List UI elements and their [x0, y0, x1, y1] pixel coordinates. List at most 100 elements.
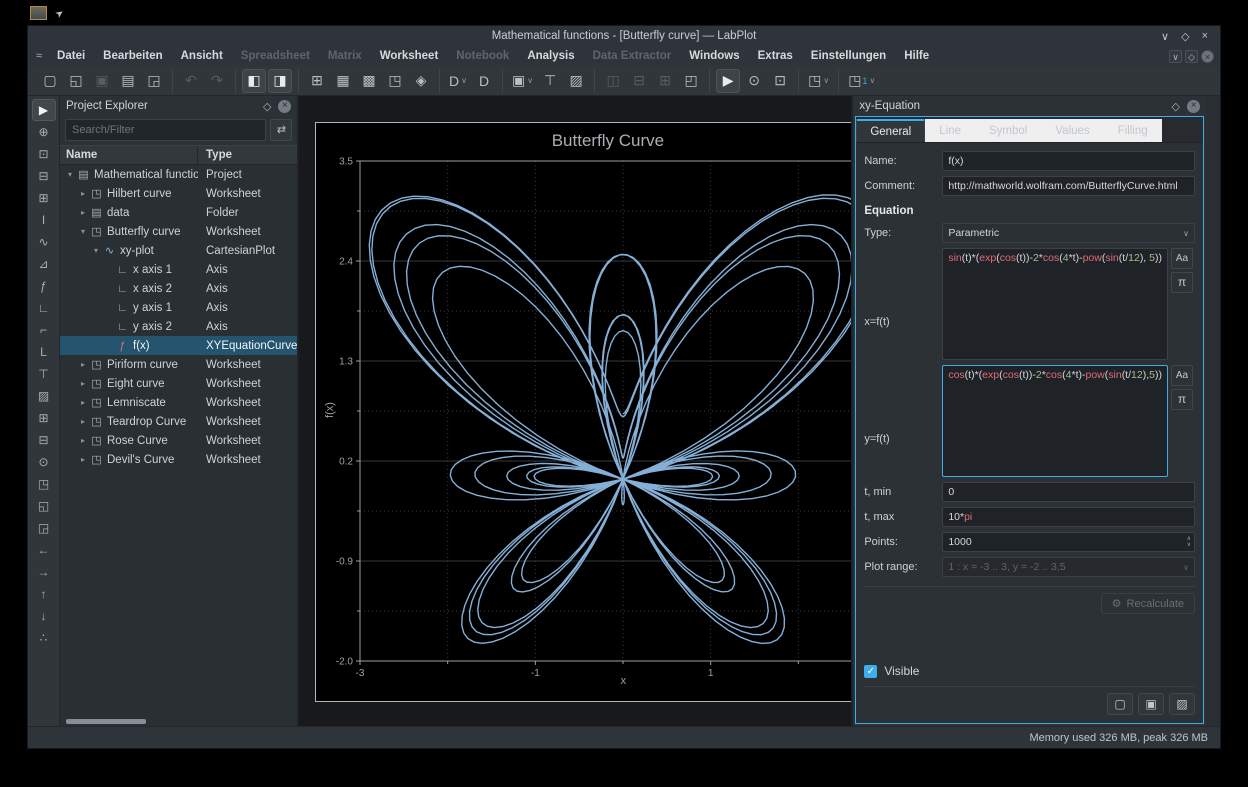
add-axes-button[interactable]: ⌐ [32, 319, 56, 341]
plot-title[interactable]: Butterfly Curve [316, 131, 851, 151]
export-worksheet-button[interactable]: ▣ ∨ [509, 69, 536, 93]
text-format-button[interactable]: Aa [1171, 365, 1193, 386]
tree-row-data[interactable]: ▸ ▤ data Folder [60, 203, 297, 222]
tree-row-devil-s-curve[interactable]: ▸ ◳ Devil's Curve Worksheet [60, 450, 297, 469]
tree-row-hilbert-curve[interactable]: ▸ ◳ Hilbert curve Worksheet [60, 184, 297, 203]
mdi-restore-icon[interactable]: ◇ [1185, 49, 1198, 63]
zoom-fit-y-button[interactable]: ◲ [32, 517, 56, 539]
tab-symbol[interactable]: Symbol [975, 119, 1042, 142]
desktop-thumbnail-icon[interactable] [30, 6, 47, 20]
shift-down-y-button[interactable]: ↓ [32, 605, 56, 627]
tree-row-piriform-curve[interactable]: ▸ ◳ Piriform curve Worksheet [60, 355, 297, 374]
horizontal-scrollbar[interactable] [66, 719, 146, 724]
zoom-menu-button[interactable]: ◳ ∨ [805, 69, 832, 93]
shift-up-y-button[interactable]: ↑ [32, 583, 56, 605]
menu-extras[interactable]: Extras [749, 50, 802, 62]
tab-filling[interactable]: Filling [1103, 119, 1162, 142]
menu-ansicht[interactable]: Ansicht [172, 50, 232, 62]
tree-row-eight-curve[interactable]: ▸ ◳ Eight curve Worksheet [60, 374, 297, 393]
zoom-select-button[interactable]: ⊡ [32, 143, 56, 165]
points-stepper[interactable]: ∧ ∨ [1187, 533, 1191, 551]
expander-icon[interactable]: ▸ [77, 189, 89, 198]
titlebar[interactable]: Mathematical functions - [Butterfly curv… [28, 26, 1220, 46]
close-dock-icon[interactable]: × [1187, 99, 1200, 113]
menu-worksheet[interactable]: Worksheet [371, 50, 448, 62]
x-equation-input[interactable]: sin(t)*(exp(cos(t))-2*cos(4*t)-pow(sin(t… [942, 248, 1168, 360]
butterfly-curve[interactable] [369, 194, 852, 645]
expander-icon[interactable]: ▸ [77, 379, 89, 388]
close-icon[interactable]: × [1202, 30, 1208, 42]
tab-line[interactable]: Line [925, 119, 975, 142]
new-spreadsheet-button[interactable]: ▦ [331, 69, 355, 93]
expander-icon[interactable]: ▾ [77, 227, 89, 236]
menu-datei[interactable]: Datei [48, 50, 94, 62]
add-image-button[interactable]: ▨ [564, 69, 588, 93]
shift-left-x-button[interactable]: ← [32, 539, 56, 561]
name-input[interactable]: f(x) [942, 151, 1195, 171]
tree-row-y-axis-1[interactable]: ∟ y axis 1 Axis [60, 298, 297, 317]
export-document-button[interactable]: ◲ [142, 69, 166, 93]
new-datapicker-button[interactable]: D ∨ [446, 69, 470, 93]
t-max-input[interactable]: 10*pi [942, 507, 1195, 527]
expander-icon[interactable]: ▸ [77, 360, 89, 369]
tree-row-butterfly-curve[interactable]: ▾ ◳ Butterfly curve Worksheet [60, 222, 297, 241]
constants-button[interactable]: π [1171, 272, 1193, 293]
comment-input[interactable]: http://mathworld.wolfram.com/ButterflyCu… [942, 176, 1195, 196]
add-xy-curve-button[interactable]: ∿ [32, 231, 56, 253]
tree-row-rose-curve[interactable]: ▸ ◳ Rose Curve Worksheet [60, 431, 297, 450]
tree-row-f-x-[interactable]: ƒ f(x) XYEquationCurve [60, 336, 298, 355]
add-image-button[interactable]: ▨ [32, 385, 56, 407]
cursor-line-button[interactable]: Ι [32, 209, 56, 231]
zoom-y-select-button[interactable]: ⊞ [32, 187, 56, 209]
maximize-icon[interactable]: ◇ [1181, 30, 1189, 43]
column-header-name[interactable]: Name [60, 146, 198, 164]
zoom-in-button[interactable]: ⊞ [32, 407, 56, 429]
zoom-fit-button[interactable]: ◳ [32, 473, 56, 495]
save-config-button[interactable]: ▣ [1138, 693, 1164, 715]
zoom-origin-button[interactable]: ⊙ [32, 451, 56, 473]
expander-icon[interactable]: ▾ [90, 246, 102, 255]
menu-einstellungen[interactable]: Einstellungen [802, 50, 895, 62]
menu-windows[interactable]: Windows [680, 50, 748, 62]
y-equation-input[interactable]: cos(t)*(exp(cos(t))-2*cos(4*t)-pow(sin(t… [942, 365, 1168, 477]
zoom-select-mode-button[interactable]: ⊡ [768, 69, 792, 93]
tree-row-xy-plot[interactable]: ▾ ∿ xy-plot CartesianPlot [60, 241, 297, 260]
add-y-axis-button[interactable]: L [32, 341, 56, 363]
add-text-label-button[interactable]: ⊤ [32, 363, 56, 385]
toggle-properties-explorer-button[interactable]: ◨ [268, 68, 292, 93]
new-worksheet-button[interactable]: ◳ [383, 69, 407, 93]
more-tools-button[interactable]: ∴ [32, 627, 56, 649]
float-dock-icon[interactable]: ◇ [1172, 100, 1180, 113]
magnification-menu-button[interactable]: ◳ 1 ∨ [845, 69, 878, 93]
expander-icon[interactable]: ▸ [77, 455, 89, 464]
break-layout-button[interactable]: ◰ [679, 69, 703, 93]
shift-right-x-button[interactable]: → [32, 561, 56, 583]
expander-icon[interactable]: ▾ [64, 170, 76, 179]
load-config-button[interactable]: ▢ [1107, 693, 1133, 715]
add-text-label-button[interactable]: ⊤ [538, 69, 562, 93]
menu-analysis[interactable]: Analysis [518, 50, 583, 62]
menu-hilfe[interactable]: Hilfe [895, 50, 938, 62]
float-dock-icon[interactable]: ◇ [263, 100, 271, 113]
constants-button[interactable]: π [1171, 389, 1193, 410]
mdi-close-icon[interactable]: × [1201, 49, 1214, 63]
crosshair-cursor-button[interactable]: ⊕ [32, 121, 56, 143]
spin-down-icon[interactable]: ∨ [1187, 542, 1191, 548]
expander-icon[interactable]: ▸ [77, 398, 89, 407]
tree-row-lemniscate[interactable]: ▸ ◳ Lemniscate Worksheet [60, 393, 297, 412]
expander-icon[interactable]: ▸ [77, 208, 89, 217]
expander-icon[interactable]: ▸ [77, 417, 89, 426]
tab-general[interactable]: General [856, 119, 926, 142]
new-notebook-button[interactable]: ◈ [409, 69, 433, 93]
visible-checkbox[interactable]: ✓ [864, 664, 878, 678]
open-project-button[interactable]: ◱ [64, 69, 88, 93]
print-button[interactable]: ▤ [116, 69, 140, 93]
mdi-minimize-icon[interactable]: ∨ [1169, 49, 1182, 63]
column-header-type[interactable]: Type [198, 146, 297, 164]
expander-icon[interactable]: ▸ [77, 436, 89, 445]
select-mode-button[interactable]: ▶ [716, 68, 741, 93]
tree-row-mathematical-functions[interactable]: ▾▤ Mathematical functions Project [60, 165, 297, 184]
tree-row-x-axis-1[interactable]: ∟ x axis 1 Axis [60, 260, 297, 279]
new-project-button[interactable]: ▢ [38, 69, 62, 93]
menu-bearbeiten[interactable]: Bearbeiten [94, 50, 171, 62]
